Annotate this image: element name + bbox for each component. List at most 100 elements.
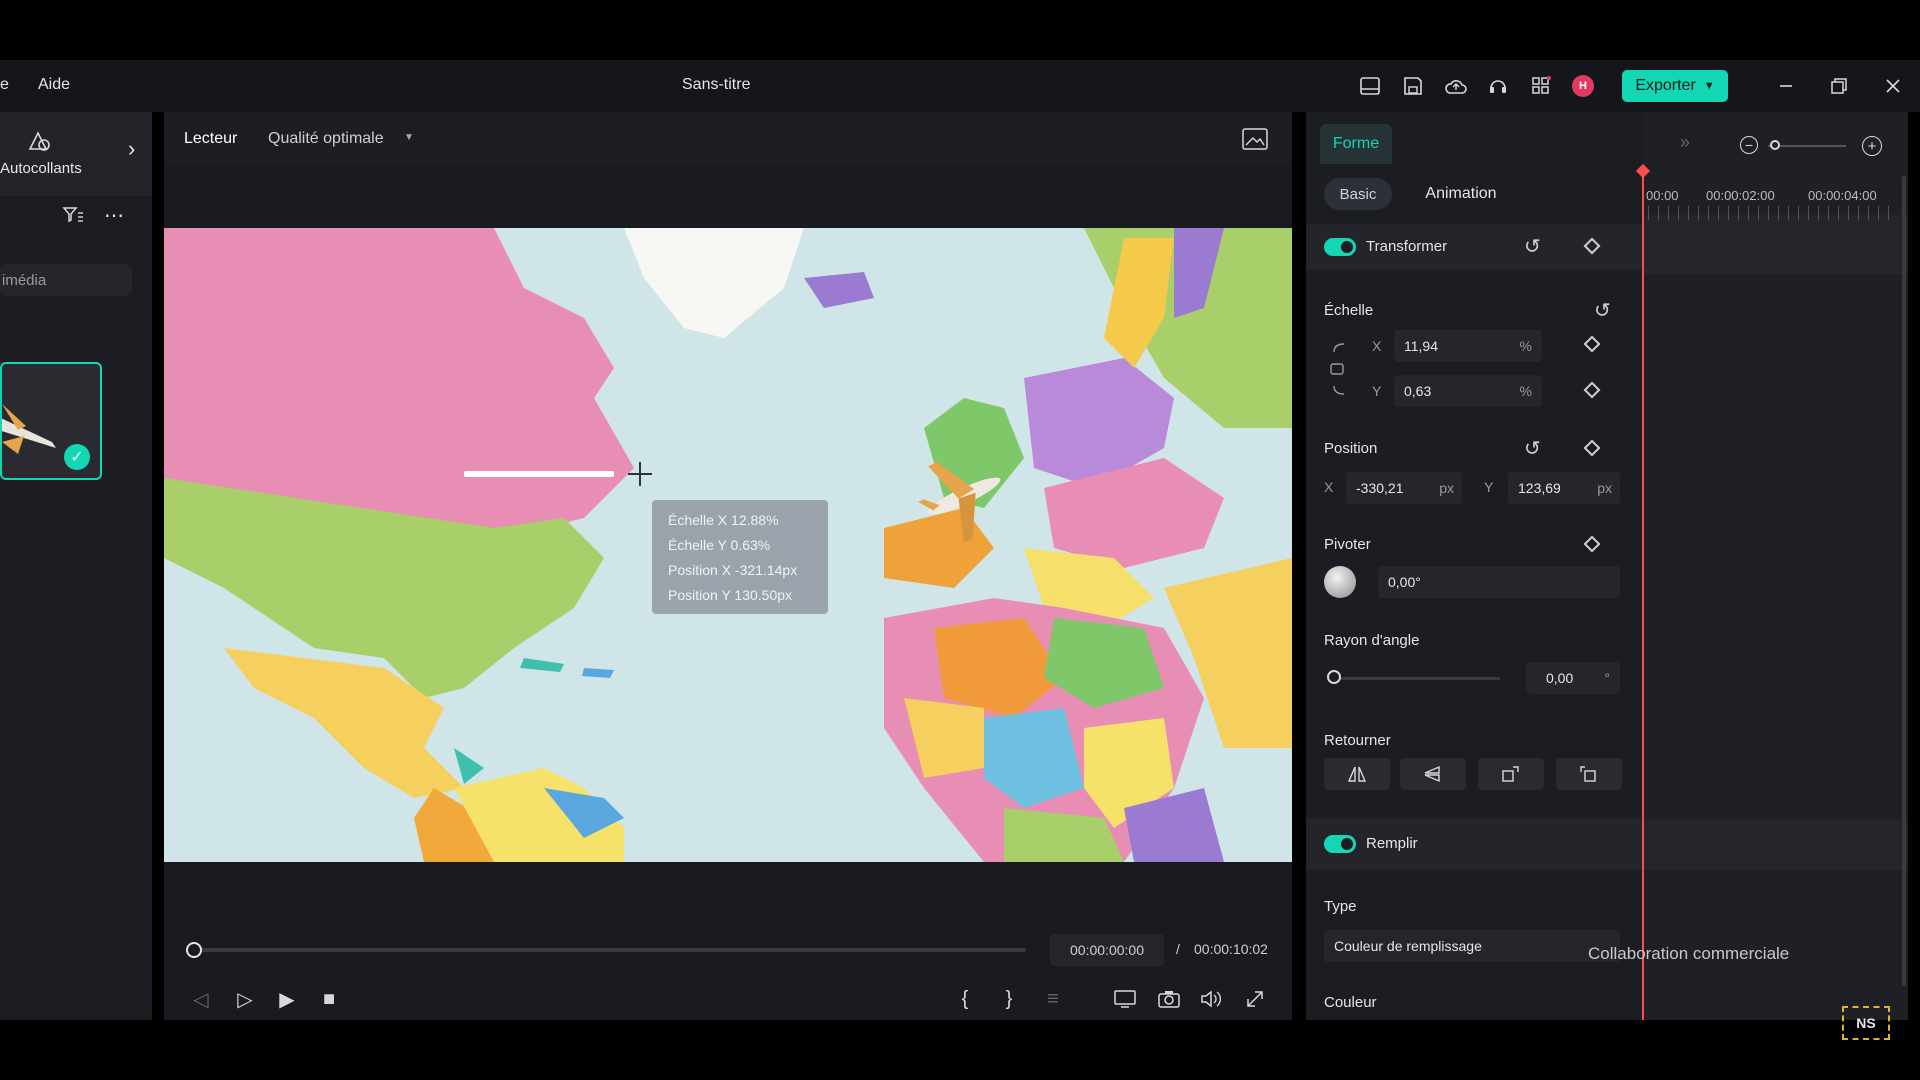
transform-tooltip: Échelle X 12.88% Échelle Y 0.63% Positio… [652, 500, 828, 614]
fill-toggle[interactable] [1324, 835, 1356, 853]
pos-x-axis: X [1324, 479, 1334, 495]
type-label: Type [1324, 898, 1357, 915]
timeline-scrollbar[interactable] [1902, 176, 1906, 986]
snapshot-icon[interactable] [1154, 984, 1184, 1014]
tab-shape[interactable]: Forme [1320, 124, 1392, 164]
display-icon[interactable] [1110, 984, 1140, 1014]
flip-horizontal-button[interactable] [1324, 758, 1390, 790]
rotate-right-button[interactable] [1478, 758, 1544, 790]
menu-item-partial[interactable]: e [0, 76, 9, 94]
scale-x-field[interactable]: 11,94 % [1394, 330, 1542, 362]
timeline-tick-0: 00:00 [1646, 188, 1679, 203]
scrubber-handle[interactable] [186, 942, 202, 958]
airplane-sticker-thumbnail[interactable]: ✓ [0, 362, 102, 480]
current-time-field[interactable]: 00:00:00:00 [1050, 934, 1164, 966]
previous-frame-icon[interactable]: ◁ [186, 984, 216, 1014]
flip-vertical-button[interactable] [1400, 758, 1466, 790]
timeline-track-row [1644, 215, 1908, 274]
zoom-out-icon[interactable]: − [1740, 136, 1758, 154]
volume-icon[interactable] [1196, 984, 1226, 1014]
fill-type-select[interactable]: Couleur de remplissage [1324, 930, 1620, 962]
stickers-label[interactable]: Autocollants [0, 160, 82, 177]
scale-x-axis: X [1372, 338, 1382, 354]
position-y-value: 123,69 [1518, 480, 1561, 496]
filter-icon[interactable] [58, 200, 88, 230]
fill-type-value: Couleur de remplissage [1334, 938, 1482, 954]
rotate-left-button[interactable] [1556, 758, 1622, 790]
corner-radius-label: Rayon d'angle [1324, 632, 1420, 649]
check-icon: ✓ [64, 444, 90, 470]
letterbox-bottom [0, 1020, 1920, 1080]
sticker-icon[interactable] [24, 126, 54, 156]
playback-scrubber[interactable] [192, 948, 1026, 952]
clip-marker-icon[interactable]: ≡ [1038, 984, 1068, 1014]
restore-icon[interactable] [1824, 71, 1854, 101]
player-tab[interactable]: Lecteur [184, 130, 237, 148]
rotate-dial[interactable] [1324, 566, 1356, 598]
image-preview-icon[interactable] [1242, 128, 1268, 155]
timeline-tick-2: 00:00:04:00 [1808, 188, 1877, 203]
scale-y-unit: % [1519, 383, 1532, 399]
current-time: 00:00:00:00 [1070, 942, 1144, 958]
export-button[interactable]: Exporter ▼ [1622, 70, 1728, 102]
headset-icon[interactable] [1483, 71, 1513, 101]
play-icon[interactable]: ▶ [272, 984, 302, 1014]
position-y-unit: px [1597, 480, 1612, 496]
time-separator: / [1176, 941, 1180, 957]
stop-icon[interactable]: ■ [314, 984, 344, 1014]
position-y-field[interactable]: 123,69 px [1508, 472, 1620, 504]
scale-y-field[interactable]: 0,63 % [1394, 375, 1542, 407]
left-media-panel [0, 112, 152, 1020]
total-time: 00:00:10:02 [1194, 941, 1268, 957]
mark-out-icon[interactable]: } [994, 984, 1024, 1014]
mark-in-icon[interactable]: { [950, 984, 980, 1014]
color-label: Couleur [1324, 994, 1377, 1011]
double-chevron-icon[interactable]: » [1680, 132, 1690, 153]
timeline-track-row [1644, 820, 1908, 870]
reset-icon[interactable]: ↺ [1524, 436, 1541, 461]
cloud-upload-icon[interactable] [1441, 71, 1471, 101]
rotate-field[interactable]: 0,00° [1378, 566, 1620, 598]
corner-radius-field[interactable]: 0,00 ° [1526, 662, 1620, 694]
player-header: Lecteur Qualité optimale ▼ [164, 112, 1292, 164]
corner-radius-unit: ° [1604, 670, 1610, 686]
step-forward-icon[interactable]: ▷ [230, 984, 260, 1014]
reset-icon[interactable]: ↺ [1524, 234, 1541, 259]
tab-animation[interactable]: Animation [1406, 178, 1516, 210]
fullscreen-icon[interactable] [1240, 984, 1270, 1014]
more-options-icon[interactable]: ⋯ [104, 203, 125, 228]
zoom-slider-handle[interactable] [1770, 140, 1780, 150]
video-preview[interactable]: Échelle X 12.88% Échelle Y 0.63% Positio… [164, 228, 1292, 862]
position-x-field[interactable]: -330,21 px [1346, 472, 1462, 504]
window-title: Sans-titre [682, 76, 751, 93]
apps-grid-icon[interactable] [1526, 71, 1556, 101]
link-lock-icon[interactable] [1330, 340, 1358, 405]
layout-icon[interactable] [1355, 71, 1385, 101]
chevron-right-icon[interactable]: › [128, 136, 135, 162]
scale-y-value: 0,63 [1404, 383, 1432, 399]
minimize-icon[interactable] [1771, 71, 1801, 101]
chevron-down-icon: ▼ [1703, 80, 1715, 92]
export-button-label: Exporter [1635, 77, 1696, 94]
position-x-unit: px [1439, 480, 1454, 496]
corner-radius-slider-handle[interactable] [1327, 670, 1341, 684]
transform-toggle[interactable] [1324, 238, 1356, 256]
close-icon[interactable] [1878, 71, 1908, 101]
corner-radius-slider[interactable] [1334, 677, 1500, 680]
reset-icon[interactable]: ↺ [1594, 298, 1611, 323]
search-input[interactable]: imédia [0, 264, 132, 296]
playhead[interactable] [1642, 168, 1644, 1020]
save-icon[interactable] [1398, 71, 1428, 101]
chevron-down-icon[interactable]: ▼ [404, 132, 414, 143]
rotate-left-icon [1580, 766, 1596, 782]
flip-label: Retourner [1324, 732, 1391, 749]
transform-label: Transformer [1366, 238, 1448, 255]
avatar[interactable]: H [1572, 75, 1594, 97]
quality-select[interactable]: Qualité optimale [268, 130, 384, 148]
tab-basic[interactable]: Basic [1324, 178, 1392, 210]
zoom-in-icon[interactable]: + [1862, 136, 1882, 156]
scale-label: Échelle [1324, 302, 1374, 319]
fill-label: Remplir [1366, 835, 1418, 852]
timeline-ruler[interactable] [1648, 206, 1894, 220]
menu-item-help[interactable]: Aide [38, 76, 70, 94]
